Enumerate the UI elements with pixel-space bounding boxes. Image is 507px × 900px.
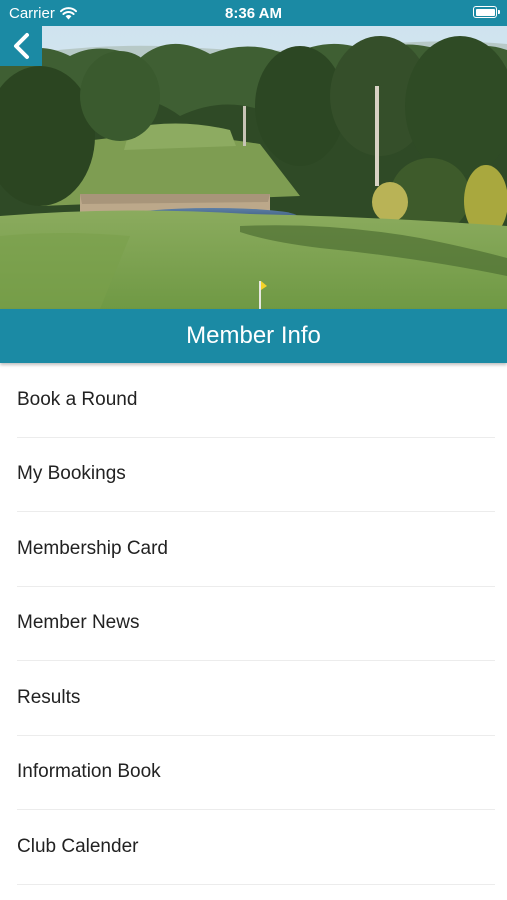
menu-item-my-bookings[interactable]: My Bookings [17,438,495,512]
menu-item-label: Information Book [17,761,161,783]
menu-item-member-news[interactable]: Member News [17,587,495,661]
hero-image [0,26,507,309]
header-bar: Member Info [0,309,507,363]
menu-item-label: Book a Round [17,388,138,410]
menu-item-membership-card[interactable]: Membership Card [17,512,495,587]
status-bar: Carrier 8:36 AM [0,0,507,26]
menu-item-label: Membership Card [17,537,168,559]
menu-item-book-a-round[interactable]: Book a Round [17,363,495,438]
battery-icon [473,6,500,18]
chevron-left-icon [14,33,29,59]
menu-item-information-book[interactable]: Information Book [17,736,495,810]
menu-item-club-calender[interactable]: Club Calender [17,810,495,885]
menu-item-results[interactable]: Results [17,661,495,736]
back-button[interactable] [0,26,42,66]
menu-item-label: My Bookings [17,463,126,485]
golf-course-photo [0,26,507,309]
status-time: 8:36 AM [225,5,282,22]
menu-item-label: Club Calender [17,835,139,857]
page-title: Member Info [186,322,321,349]
menu-item-label: Member News [17,612,140,634]
member-menu-list: Book a Round My Bookings Membership Card… [0,363,507,885]
menu-item-label: Results [17,686,81,708]
